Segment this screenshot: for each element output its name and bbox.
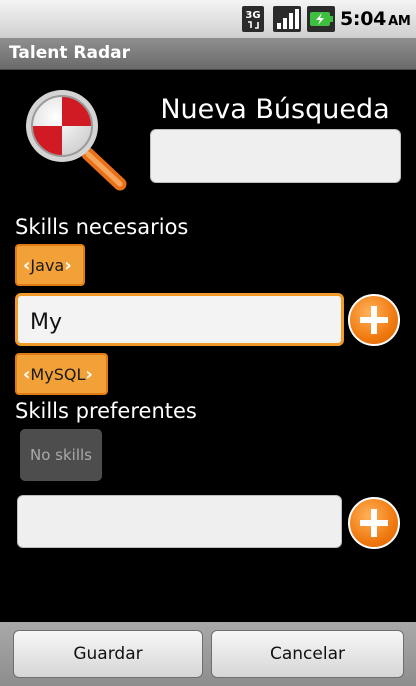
cancel-button[interactable]: Cancelar xyxy=(211,630,404,678)
search-name-input[interactable] xyxy=(150,129,401,183)
add-preferred-skill-button[interactable] xyxy=(348,497,400,549)
magnifier-logo-icon xyxy=(26,90,127,191)
signal-icon xyxy=(273,6,301,32)
skill-chip-label: Java xyxy=(30,255,65,275)
required-skill-input[interactable]: My xyxy=(15,293,344,346)
page-title: Nueva Búsqueda xyxy=(160,94,390,125)
add-required-skill-button[interactable] xyxy=(348,294,400,346)
app-title: Talent Radar xyxy=(9,43,130,63)
status-time: 5:04 AM xyxy=(340,8,411,30)
title-bar: Talent Radar xyxy=(0,39,416,70)
battery-icon xyxy=(307,6,335,32)
chevron-right-icon: › xyxy=(64,254,72,276)
3g-icon: 3G xyxy=(242,6,264,32)
skill-chip-java[interactable]: ‹ Java › xyxy=(15,244,85,286)
skill-chip-mysql[interactable]: ‹ MySQL › xyxy=(15,353,108,395)
save-button[interactable]: Guardar xyxy=(13,630,203,678)
no-skills-placeholder: No skills xyxy=(20,429,102,481)
skill-chip-label: MySQL xyxy=(30,364,86,384)
preferred-skills-label: Skills preferentes xyxy=(15,399,197,423)
required-skills-label: Skills necesarios xyxy=(15,215,189,239)
svg-text:3G: 3G xyxy=(245,10,260,21)
chevron-left-icon: ‹ xyxy=(23,363,31,385)
status-bar: 3G 5:04 AM xyxy=(0,0,416,39)
chevron-right-icon: › xyxy=(85,363,93,385)
plus-icon xyxy=(360,509,388,537)
plus-icon xyxy=(360,306,388,334)
preferred-skill-input[interactable] xyxy=(17,495,342,548)
